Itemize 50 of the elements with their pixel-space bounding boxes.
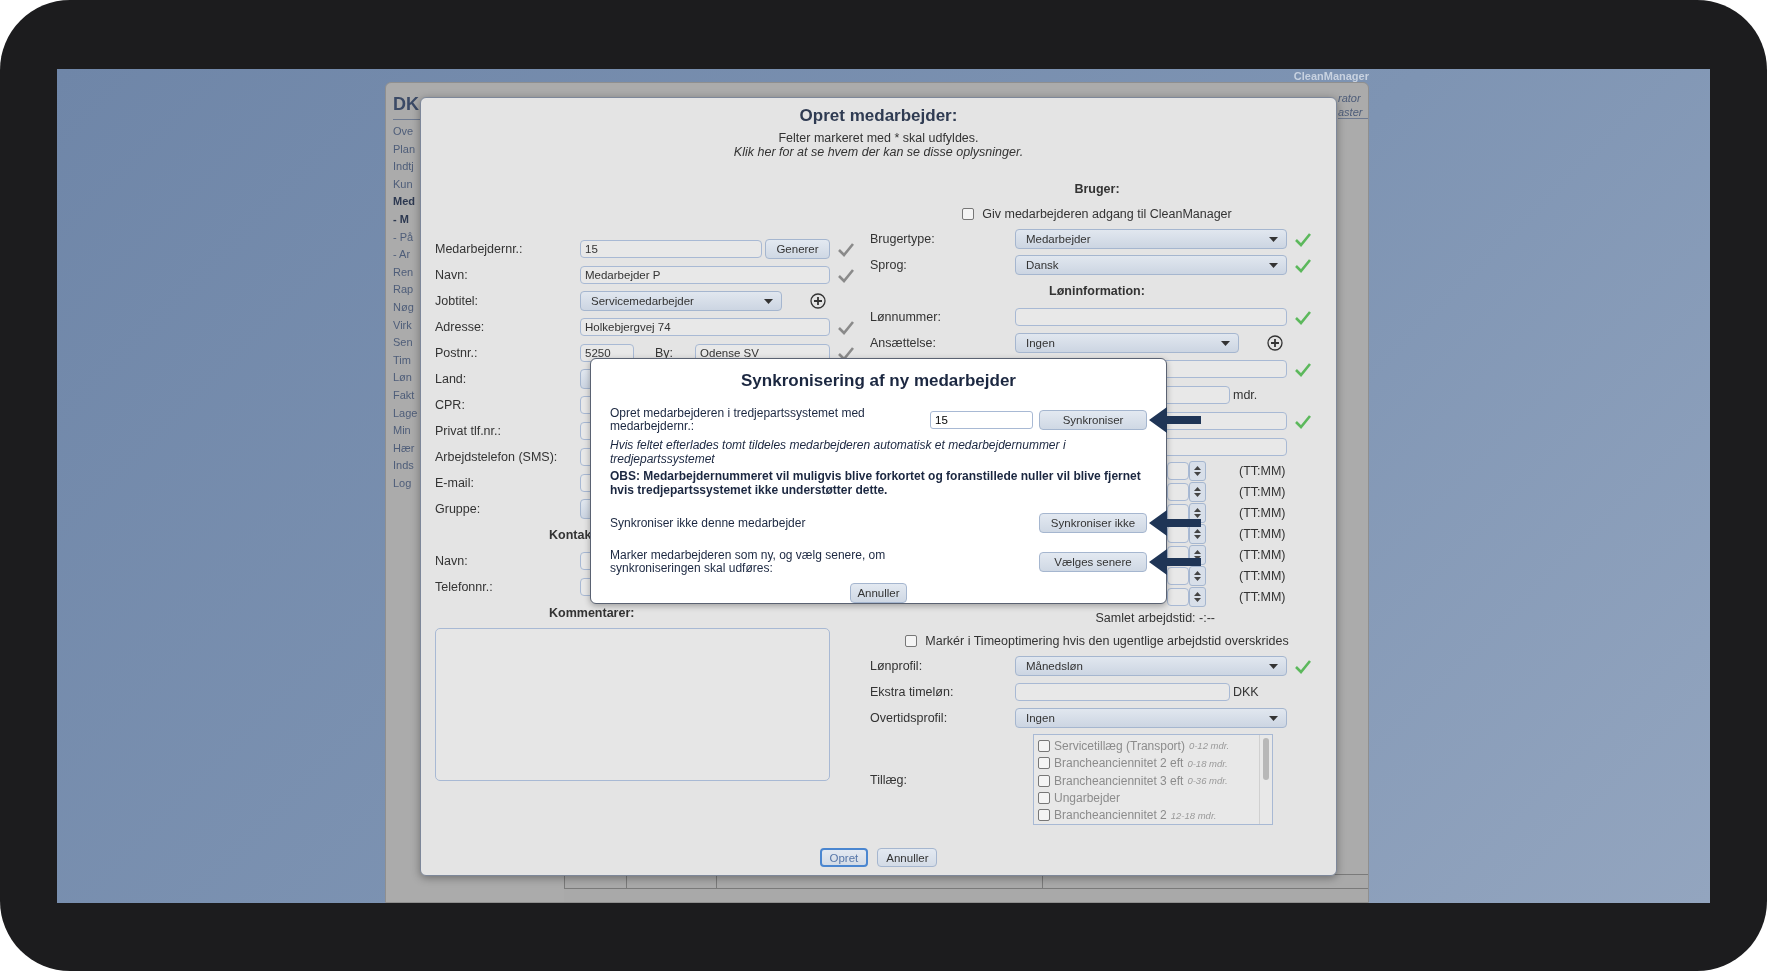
- checkbox-label: Giv medarbejderen adgang til CleanManager: [982, 207, 1232, 221]
- field-label: Ekstra timeløn:: [870, 685, 955, 699]
- total-hours-text: Samlet arbejdstid: -:--: [1095, 611, 1215, 625]
- option-text: Synkroniser ikke denne medarbejder: [610, 516, 807, 530]
- section-heading: Kontak: [549, 528, 592, 542]
- field-label: Arbejdstelefon (SMS):: [435, 450, 559, 464]
- field-label: Jobtitel:: [435, 294, 480, 308]
- list-item-note: 0-36 mdr.: [1187, 775, 1228, 786]
- field-label: Overtidsprofil:: [870, 711, 949, 725]
- field-label: Lønprofil:: [870, 659, 924, 673]
- warning-note: OBS: Medarbejdernummeret vil muligvis blive forkortet og foranstillede nuller vil blive fjernet hvis tredjepartssystemet ikke understøtter dette.: [610, 470, 1142, 497]
- section-heading: Løninformation:: [1049, 284, 1145, 298]
- section-heading: Kommentarer:: [549, 606, 635, 620]
- checkbox-label: Markér i Timeoptimering hvis den ugentlige arbejdstid overskrides: [925, 634, 1289, 648]
- modal-title: Synkronisering af ny medarbejder: [740, 371, 1017, 391]
- field-label: Brugertype:: [870, 232, 936, 246]
- unit-label: (TT:MM): [1239, 589, 1286, 604]
- dialog-subtitle: Felter markeret med * skal udfyldes.: [777, 131, 980, 145]
- unit-label: mdr.: [1233, 388, 1258, 402]
- option-text: Marker medarbejderen som ny, og vælg senere, om synkroniseringen skal udføres:: [610, 549, 887, 575]
- unit-label: (TT:MM): [1239, 463, 1286, 478]
- field-label: Telefonnr.:: [435, 580, 494, 594]
- field-label: Lønnummer:: [870, 310, 942, 324]
- unit-label: (TT:MM): [1239, 526, 1286, 541]
- field-label: Ansættelse:: [870, 336, 937, 350]
- field-label: Privat tlf.nr.:: [435, 424, 502, 438]
- brand-name: CleanManager: [1293, 69, 1369, 82]
- field-label: Navn:: [435, 268, 469, 282]
- field-label: Sprog:: [870, 258, 908, 272]
- field-label: E-mail:: [435, 476, 475, 490]
- unit-label: (TT:MM): [1239, 547, 1286, 562]
- dialog-title: Opret medarbejder:: [798, 106, 959, 126]
- option-text: Opret medarbejderen i tredjepartssystemet med medarbejdernr.:: [610, 407, 866, 433]
- list-item-note: 12-18 mdr.: [1170, 809, 1217, 821]
- field-label: Tillæg:: [870, 772, 909, 787]
- field-label: Medarbejdernr.:: [435, 242, 524, 256]
- field-label: Navn:: [435, 554, 469, 568]
- list-item-note: 0-12 mdr.: [1188, 740, 1230, 752]
- field-label: Land:: [435, 372, 468, 386]
- section-heading: Bruger:: [1074, 182, 1120, 196]
- field-label: CPR:: [435, 398, 466, 412]
- unit-label: (TT:MM): [1239, 484, 1286, 499]
- unit-label: (TT:MM): [1239, 505, 1286, 520]
- field-label: Adresse:: [435, 320, 486, 334]
- list-item-note: 0-18 mdr.: [1187, 757, 1228, 769]
- unit-label: (TT:MM): [1239, 568, 1286, 583]
- unit-label: DKK: [1233, 685, 1259, 699]
- field-label: Postnr.:: [435, 346, 479, 360]
- info-note: Hvis feltet efterlades tomt tildeles medarbejderen automatisk et medarbejdernummer i tredjepartssystemet: [610, 439, 1067, 466]
- field-label: Gruppe:: [435, 502, 482, 516]
